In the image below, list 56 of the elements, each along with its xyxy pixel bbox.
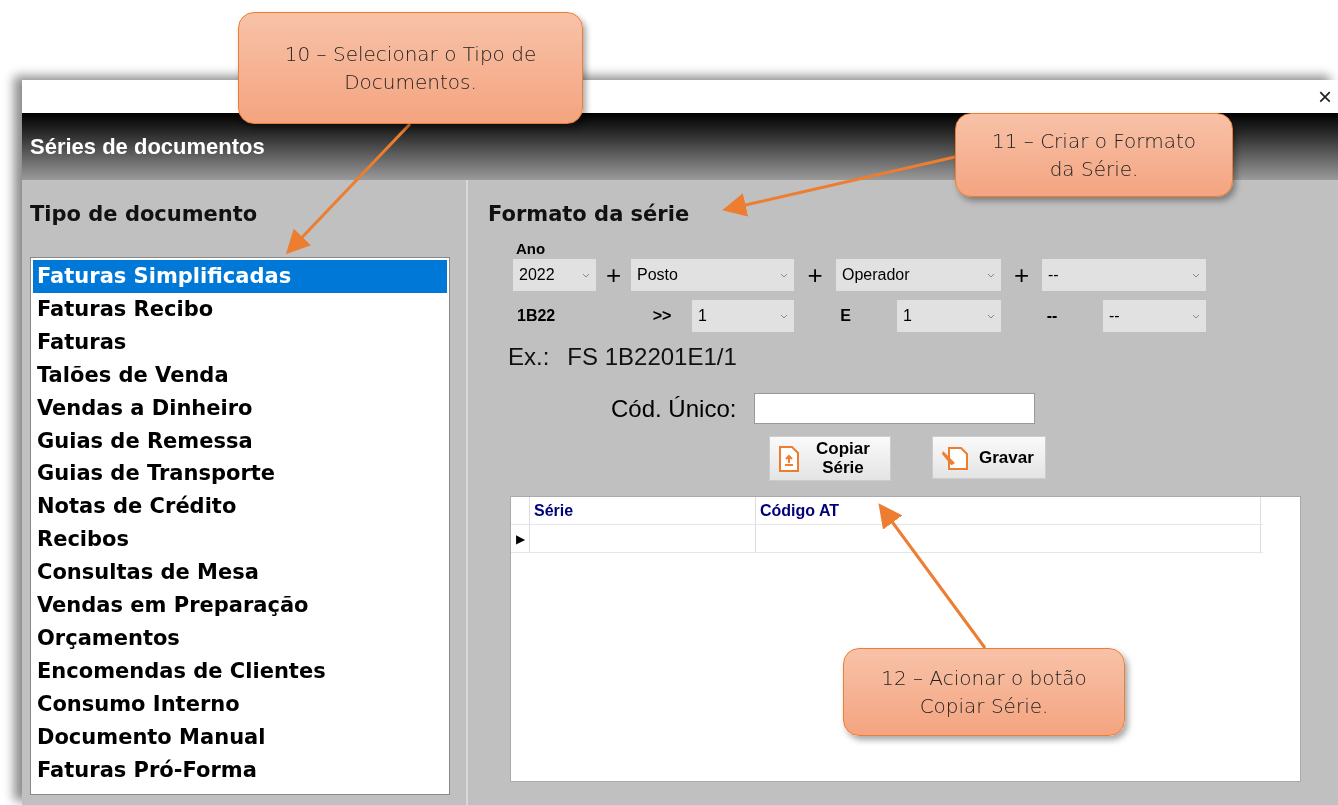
dropdown[interactable]: -- <box>1103 300 1206 332</box>
list-item[interactable]: Recibos <box>33 523 447 557</box>
list-item[interactable]: Faturas <box>33 325 447 359</box>
dropdown[interactable]: -- <box>1042 259 1206 291</box>
list-item[interactable]: Faturas Simplificadas <box>33 260 447 293</box>
document-upload-icon <box>778 444 800 473</box>
list-item[interactable]: Orçamentos <box>33 621 447 655</box>
dropdown[interactable]: 2022 <box>513 259 596 291</box>
window-title: Séries de documentos <box>30 133 265 160</box>
dropdown[interactable]: Posto <box>631 259 794 291</box>
example-label: Ex.: <box>508 343 550 371</box>
list-item[interactable]: Notas de Crédito <box>33 490 447 524</box>
row-marker: ▶ <box>515 531 525 546</box>
callout-box: 11 – Criar o Formato da Série. <box>955 113 1233 197</box>
plus-sign: + <box>604 259 623 291</box>
list-item[interactable]: Faturas Pró-Forma <box>33 753 447 787</box>
separator-label: E <box>840 307 851 325</box>
chevron-icon <box>780 272 788 278</box>
list-item[interactable]: Faturas Recibo <box>33 292 447 326</box>
document-pencil-icon <box>941 444 971 471</box>
list-item[interactable]: Consultas de Mesa <box>33 556 447 590</box>
dropdown[interactable]: 1 <box>692 300 794 332</box>
chevron-icon <box>1192 313 1200 319</box>
example-value: FS 1B2201E1/1 <box>567 343 737 371</box>
field-label: Ano <box>516 240 547 257</box>
column-header: Série <box>529 497 755 524</box>
list-item[interactable]: Encomendas de Clientes <box>33 654 447 688</box>
input-field[interactable] <box>754 393 1036 424</box>
list-item[interactable]: Guias de Transporte <box>33 457 447 491</box>
separator-label: 1B22 <box>517 307 556 325</box>
separator-label: >> <box>652 307 672 325</box>
plus-sign: + <box>1012 259 1031 291</box>
list-item[interactable]: Vendas a Dinheiro <box>33 391 447 425</box>
list-item[interactable]: Vendas em Preparação <box>33 589 447 622</box>
list-item[interactable]: Consumo Interno <box>33 687 447 721</box>
list-item[interactable]: Documento Manual <box>33 720 447 754</box>
dropdown[interactable]: 1 <box>897 300 1001 332</box>
dropdown[interactable]: Operador <box>836 259 1001 291</box>
column-header: Código AT <box>755 497 1261 524</box>
callout-box: 12 – Acionar o botão Copiar Série. <box>843 648 1125 736</box>
chevron-icon <box>780 313 788 319</box>
separator-label: -- <box>1046 307 1058 325</box>
chevron-icon <box>582 272 590 278</box>
save-button[interactable]: Gravar <box>932 436 1046 479</box>
plus-sign: + <box>806 259 824 291</box>
chevron-icon <box>987 313 995 319</box>
section-heading: Formato da série <box>488 202 691 226</box>
chevron-icon <box>987 272 995 278</box>
copy-button[interactable]: Copiar Série <box>769 436 891 481</box>
field-label: Cód. Único: <box>611 394 737 423</box>
list-item[interactable]: Guias de Remessa <box>33 424 447 458</box>
chevron-icon <box>1192 272 1200 278</box>
list-item[interactable]: Talões de Venda <box>33 358 447 392</box>
close-button[interactable]: × <box>1318 84 1332 109</box>
callout-box: 10 – Selecionar o Tipo de Documentos. <box>238 12 583 124</box>
section-heading: Tipo de documento <box>30 202 259 226</box>
